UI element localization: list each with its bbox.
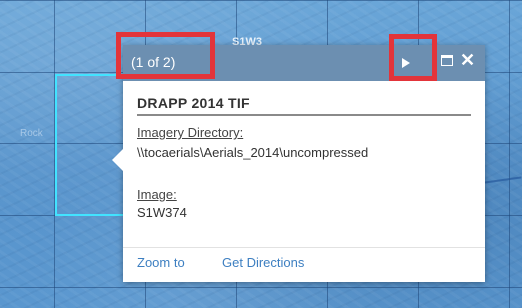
popup-divider <box>137 114 471 116</box>
popup-footer-divider <box>123 247 485 248</box>
popup-pointer <box>112 149 123 171</box>
get-directions-link[interactable]: Get Directions <box>222 255 304 270</box>
close-icon[interactable]: ✕ <box>460 51 475 69</box>
field-value-imagery-directory: \\tocaerials\Aerials_2014\uncompressed <box>137 145 369 160</box>
highlight-box-next <box>389 34 437 81</box>
field-label-image: Image: <box>137 187 177 202</box>
field-label-imagery-directory: Imagery Directory: <box>137 125 244 140</box>
maximize-icon[interactable] <box>441 55 453 66</box>
map-grid-line <box>0 0 522 1</box>
field-value-image: S1W374 <box>137 205 187 220</box>
map-grid-line <box>0 287 522 288</box>
zoom-to-link[interactable]: Zoom to <box>137 255 185 270</box>
highlight-box-count <box>116 32 215 79</box>
popup-title: DRAPP 2014 TIF <box>137 95 250 111</box>
map-place-label: Rock <box>20 128 43 139</box>
map-grid-line <box>509 0 510 308</box>
